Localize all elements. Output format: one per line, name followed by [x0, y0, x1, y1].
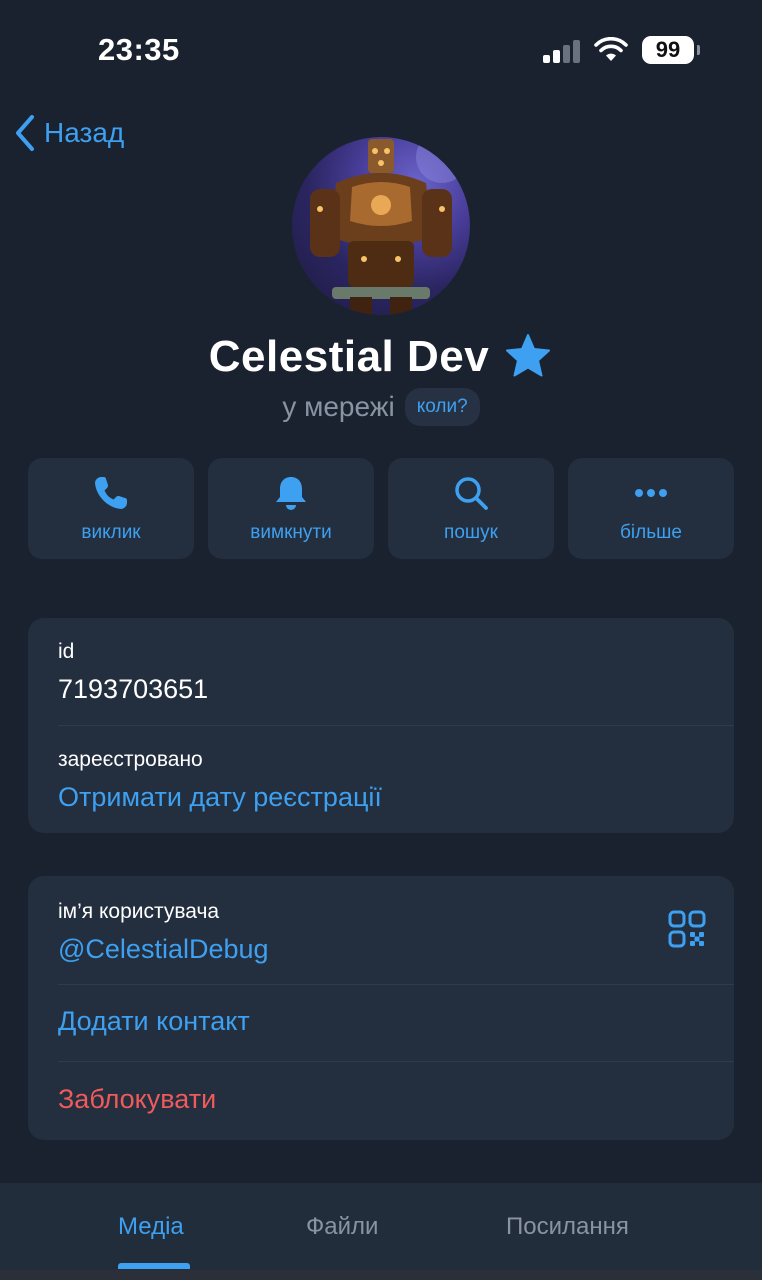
- avatar[interactable]: [292, 137, 470, 315]
- id-label: id: [58, 640, 75, 663]
- mute-label: вимкнути: [250, 521, 332, 543]
- info-card: id 7193703651 зареєстровано Отримати дат…: [28, 618, 734, 833]
- tab-files[interactable]: Файли: [306, 1213, 378, 1241]
- avatar-robot-image: [310, 137, 468, 315]
- block-button[interactable]: Заблокувати: [58, 1084, 216, 1115]
- tab-links[interactable]: Посилання: [506, 1213, 629, 1241]
- battery-indicator: 99: [642, 36, 700, 64]
- status-indicators: 99: [543, 36, 700, 64]
- active-tab-indicator: [118, 1263, 190, 1269]
- id-value: 7193703651: [58, 674, 209, 704]
- profile-name: Celestial Dev: [208, 332, 490, 381]
- wifi-icon: [594, 37, 628, 61]
- profile-name-row: Celestial Dev: [0, 332, 762, 382]
- phone-icon: [95, 476, 127, 509]
- back-label: Назад: [44, 117, 125, 148]
- when-button[interactable]: коли?: [404, 388, 480, 426]
- cellular-signal-icon: [543, 37, 580, 63]
- more-button[interactable]: більше: [568, 458, 734, 559]
- divider: [58, 725, 734, 726]
- divider: [58, 1061, 734, 1062]
- qr-code-icon[interactable]: [668, 910, 706, 948]
- registered-label: зареєстровано: [58, 748, 203, 771]
- id-row[interactable]: id 7193703651: [28, 618, 734, 705]
- more-label: більше: [620, 521, 682, 543]
- profile-screen: 23:35 99 Назад Celestial Dev у мережі ко…: [0, 0, 762, 1280]
- registered-row[interactable]: зареєстровано Отримати дату реєстрації: [28, 748, 382, 813]
- add-contact-button[interactable]: Додати контакт: [58, 1006, 250, 1037]
- username-value[interactable]: @CelestialDebug: [58, 934, 734, 965]
- action-buttons: виклик вимкнути пошук більше: [28, 458, 734, 559]
- search-label: пошук: [444, 521, 498, 543]
- status-time: 23:35: [98, 32, 180, 67]
- more-icon: [635, 488, 667, 497]
- mute-button[interactable]: вимкнути: [208, 458, 374, 559]
- contact-card: ім’я користувача @CelestialDebug Додати …: [28, 876, 734, 1140]
- add-contact-row[interactable]: Додати контакт: [28, 1006, 250, 1037]
- search-button[interactable]: пошук: [388, 458, 554, 559]
- presence-row: у мережі коли?: [0, 388, 762, 426]
- registered-link[interactable]: Отримати дату реєстрації: [58, 782, 382, 813]
- tab-media[interactable]: Медіа: [118, 1213, 184, 1241]
- chevron-left-icon: [16, 115, 34, 151]
- premium-star-icon[interactable]: [503, 332, 553, 382]
- call-button[interactable]: виклик: [28, 458, 194, 559]
- media-tab-bar: Медіа Файли Посилання: [0, 1183, 762, 1280]
- username-label: ім’я користувача: [58, 900, 220, 923]
- divider: [58, 984, 734, 985]
- call-label: виклик: [81, 521, 141, 543]
- back-button[interactable]: Назад: [14, 114, 124, 152]
- desktop-taskbar-strip: [0, 1270, 762, 1280]
- bell-icon: [276, 476, 306, 510]
- search-icon: [455, 476, 488, 510]
- username-row[interactable]: ім’я користувача @CelestialDebug: [28, 876, 734, 965]
- online-status: у мережі: [282, 391, 395, 422]
- block-row[interactable]: Заблокувати: [28, 1084, 216, 1115]
